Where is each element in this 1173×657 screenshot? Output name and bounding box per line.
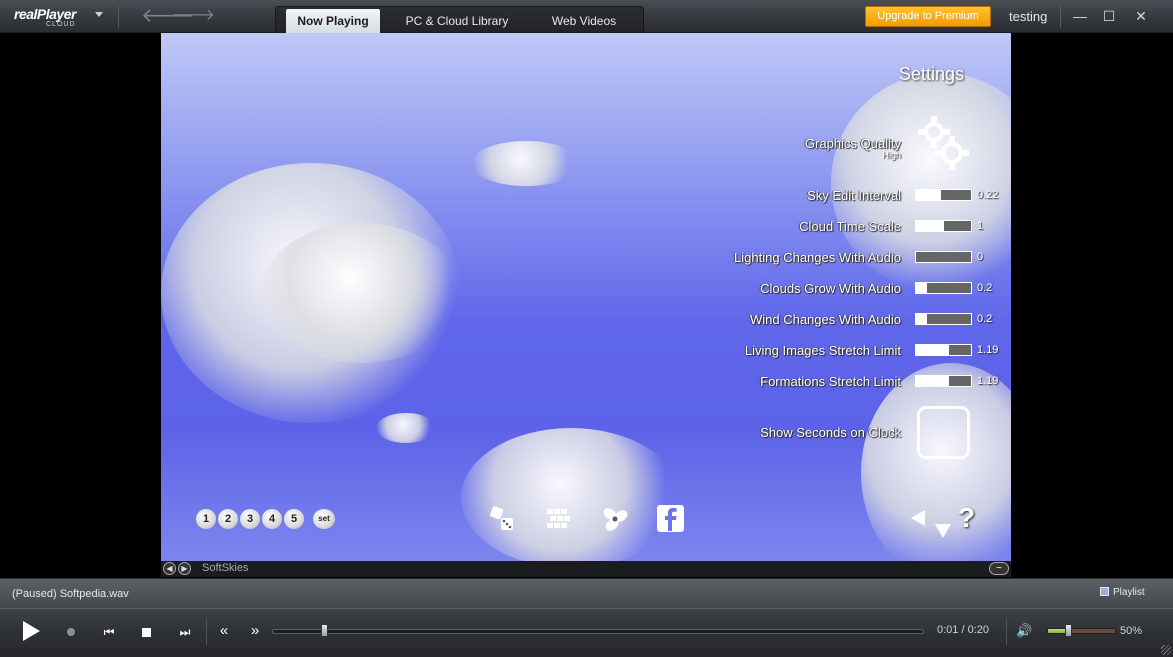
slider-value: 0.2 [977,313,993,325]
visualization-canvas[interactable] [161,33,1011,561]
playlist-button[interactable]: Playlist [1100,587,1145,598]
record-button[interactable] [67,628,75,636]
playback-time: 0:01 / 0:20 [937,624,989,636]
cloud-shape [261,223,461,363]
stop-button[interactable] [142,628,151,637]
status-bar: (Paused) Softpedia.wav Playlist [0,578,1173,608]
username-menu[interactable]: testing [1009,9,1047,24]
slider-fill [916,314,927,324]
rewind-button[interactable]: « [215,622,233,640]
graphics-quality-value: High [882,150,901,160]
forward-arrow-icon[interactable]: 🡒 [172,5,215,27]
divider [1006,619,1007,645]
divider [206,619,207,645]
gear-icon[interactable] [915,113,973,173]
facebook-icon[interactable] [657,505,684,532]
preset-2-button[interactable]: 2 [218,509,238,529]
preset-4-button[interactable]: 4 [262,509,282,529]
cloud-shape [461,428,681,561]
divider [1060,6,1061,28]
tab-now-playing[interactable]: Now Playing [286,9,380,33]
slider-value: 1.19 [977,375,999,387]
slider-label: Formations Stretch Limit [760,374,901,389]
arrow-down-icon[interactable] [935,524,951,538]
minimize-icon[interactable]: — [1071,7,1089,25]
divider [118,6,119,28]
volume-handle[interactable] [1064,624,1072,637]
back-arrow-icon[interactable]: 🡐 [141,5,195,27]
grid-icon[interactable] [545,505,573,533]
seek-bar[interactable] [272,629,924,634]
slider-label: Lighting Changes With Audio [734,250,901,265]
slider-fill [916,376,949,386]
slider-label: Cloud Time Scale [799,219,901,234]
resize-grip[interactable] [1161,645,1171,655]
next-track-button[interactable]: ⏭ [178,625,192,639]
visualization-mode-icon[interactable]: ~ [989,562,1009,575]
playback-controls: ⏮ ⏭ « » 0:01 / 0:20 🔊 50% [0,608,1173,657]
slider-fill [916,283,927,293]
cloud-time-scale-slider[interactable] [915,220,972,232]
cloud-shape [376,413,436,443]
lighting-changes-slider[interactable] [915,251,972,263]
dice-icon[interactable] [488,505,516,533]
slider-value: 0.2 [977,282,993,294]
clouds-grow-slider[interactable] [915,282,972,294]
seek-handle[interactable] [321,624,329,637]
tab-pc-cloud-library[interactable]: PC & Cloud Library [391,9,523,33]
settings-title: Settings [899,64,965,84]
playlist-label: Playlist [1113,587,1145,598]
play-button[interactable] [20,619,42,643]
logo-wordmark: realPlayer [14,6,76,22]
slider-fill [916,221,944,231]
visualization-footer: ◀ ▶ SoftSkies ~ [161,561,1011,577]
tab-web-videos[interactable]: Web Videos [534,9,634,33]
sky-edit-interval-slider[interactable] [915,189,972,201]
slider-value: 1 [977,220,984,232]
slider-value: 0.22 [977,189,999,201]
previous-track-button[interactable]: ⏮ [102,625,116,639]
prev-visualization-icon[interactable]: ◀ [163,562,176,575]
title-bar: realPlayer CLOUD 🡐 🡒 Now Playing PC & Cl… [0,0,1173,33]
slider-label: Living Images Stretch Limit [744,343,901,358]
logo-subtitle: CLOUD [46,21,76,28]
wind-changes-slider[interactable] [915,313,972,325]
set-preset-button[interactable]: set [313,509,335,529]
slider-value: 0 [977,251,984,263]
show-seconds-label: Show Seconds on Clock [760,425,901,440]
help-icon[interactable]: ? [958,502,975,534]
realplayer-logo[interactable]: realPlayer CLOUD [10,6,106,28]
living-images-stretch-slider[interactable] [915,344,972,356]
main-tabs: Now Playing PC & Cloud Library Web Video… [275,6,644,33]
next-visualization-icon[interactable]: ▶ [178,562,191,575]
slider-label: Clouds Grow With Audio [760,281,901,296]
playlist-icon [1100,587,1109,596]
slider-value: 1.19 [977,344,999,356]
volume-icon[interactable]: 🔊 [1016,623,1032,639]
close-icon[interactable]: ✕ [1132,7,1150,25]
slider-fill [916,345,949,355]
maximize-icon[interactable]: ☐ [1100,7,1118,25]
preset-3-button[interactable]: 3 [240,509,260,529]
slider-label: Wind Changes With Audio [749,312,901,327]
upgrade-button[interactable]: Upgrade to Premium [865,6,991,27]
show-seconds-checkbox[interactable] [917,406,970,459]
arrow-left-icon[interactable] [911,510,925,526]
volume-slider[interactable] [1047,628,1116,634]
formations-stretch-slider[interactable] [915,375,972,387]
fast-forward-button[interactable]: » [246,622,264,640]
preset-5-button[interactable]: 5 [284,509,304,529]
fan-icon[interactable] [601,505,629,533]
chevron-down-icon[interactable] [95,12,103,17]
slider-label: Sky Edit Interval [807,188,901,203]
volume-level: 50% [1120,625,1143,637]
cloud-shape [471,141,581,186]
now-playing-status: (Paused) Softpedia.wav [12,588,129,600]
visualization-name: SoftSkies [202,562,249,574]
graphics-quality-label: Graphics Quality [804,136,901,151]
slider-fill [916,190,941,200]
preset-1-button[interactable]: 1 [196,509,216,529]
